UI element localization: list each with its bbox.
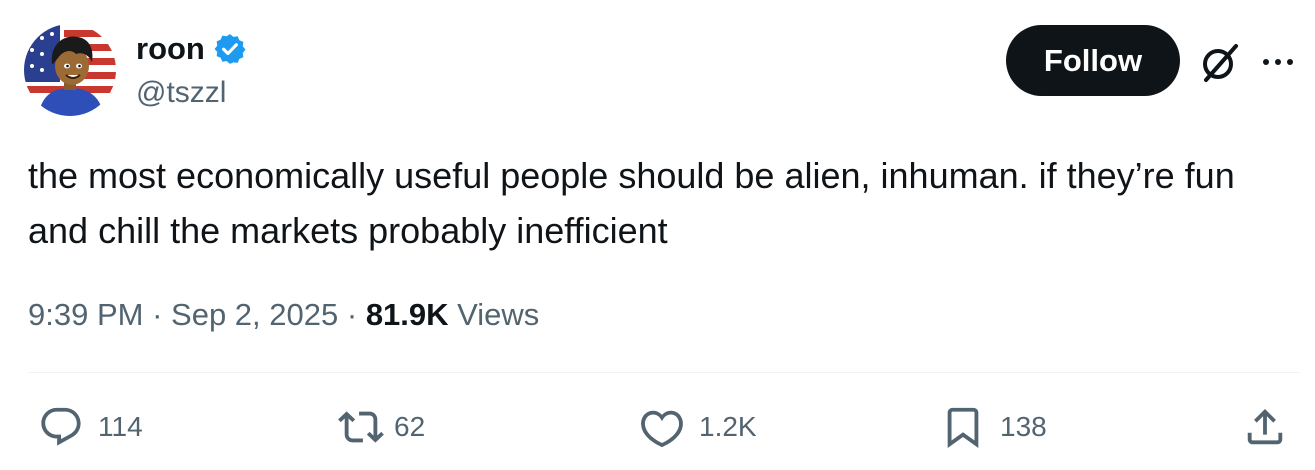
tweet-text: the most economically useful people shou… xyxy=(28,155,1235,251)
tweet-timestamp[interactable]: 9:39 PM · Sep 2, 2025 xyxy=(28,297,338,332)
like-button[interactable]: 1.2K xyxy=(639,402,757,452)
meta-separator: · xyxy=(346,297,358,332)
views-count: 81.9K xyxy=(365,297,449,332)
reply-button[interactable]: 114 xyxy=(38,402,143,452)
repost-count: 62 xyxy=(394,411,426,442)
reply-icon xyxy=(41,407,81,446)
author-info: roon @tszzl xyxy=(136,28,247,110)
tweet-meta: 9:39 PM · Sep 2, 2025 · 81.9K Views xyxy=(28,294,539,336)
tweet-time: 9:39 PM xyxy=(28,297,144,332)
verified-badge-icon[interactable] xyxy=(213,32,247,66)
repost-button[interactable]: 62 xyxy=(338,402,425,452)
tweet-date: Sep 2, 2025 xyxy=(171,297,339,332)
more-dots-icon[interactable] xyxy=(1258,52,1298,72)
bookmark-button[interactable]: 138 xyxy=(940,402,1047,452)
views-label: Views xyxy=(457,297,540,332)
name-row: roon xyxy=(136,28,247,70)
views-link[interactable]: 81.9K Views xyxy=(366,297,540,332)
repost-icon xyxy=(338,411,384,443)
grok-slash-icon[interactable] xyxy=(1198,40,1242,84)
share-icon xyxy=(1247,408,1283,445)
like-count: 1.2K xyxy=(699,411,757,442)
avatar-cartoon-flag-icon xyxy=(24,24,116,116)
divider xyxy=(28,372,1300,373)
heart-icon xyxy=(641,410,683,448)
reply-count: 114 xyxy=(98,411,143,442)
share-button[interactable] xyxy=(1242,402,1288,452)
author-handle[interactable]: @tszzl xyxy=(136,76,247,110)
bookmark-count: 138 xyxy=(1000,411,1047,442)
author-avatar[interactable] xyxy=(24,24,116,116)
meta-separator: · xyxy=(152,297,163,332)
follow-button[interactable]: Follow xyxy=(1006,25,1180,96)
bookmark-icon xyxy=(947,407,979,448)
author-display-name[interactable]: roon xyxy=(136,31,205,67)
